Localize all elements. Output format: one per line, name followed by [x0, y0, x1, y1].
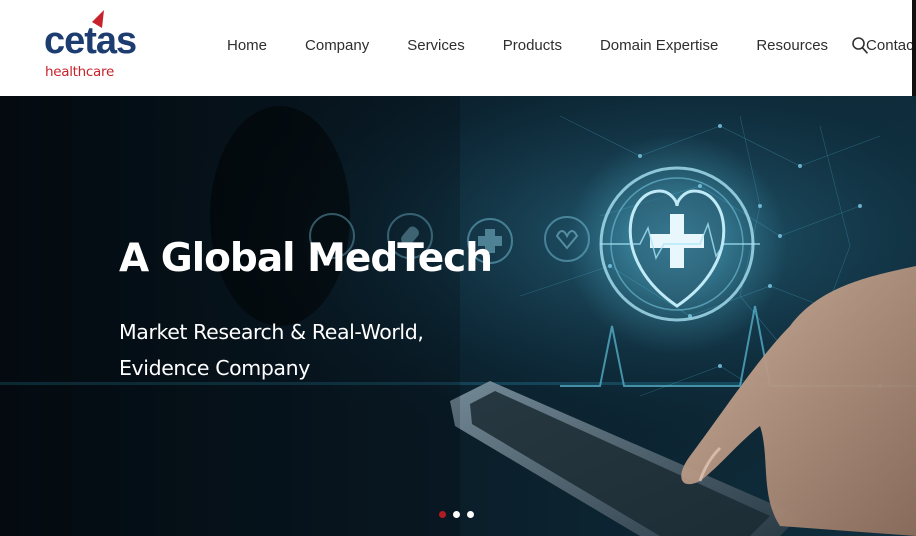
nav-home[interactable]: Home: [227, 34, 267, 58]
slider-pagination: [439, 511, 474, 518]
slider-dot-3[interactable]: [467, 511, 474, 518]
nav-products[interactable]: Products: [503, 34, 562, 58]
hero-banner: A Global MedTech Market Research & Real-…: [0, 96, 916, 536]
search-icon[interactable]: [851, 36, 869, 56]
hero-title: A Global MedTech: [119, 236, 493, 281]
site-header: cetas healthcare Home Company Services P…: [0, 0, 916, 96]
logo-sub-text: healthcare: [45, 64, 114, 80]
cetas-healthcare-logo[interactable]: cetas healthcare: [44, 10, 137, 86]
main-nav: Home Company Services Products Domain Ex…: [227, 34, 916, 58]
nav-domain-expertise[interactable]: Domain Expertise: [600, 34, 718, 58]
slider-dot-2[interactable]: [453, 511, 460, 518]
nav-resources[interactable]: Resources: [756, 34, 828, 58]
slider-dot-1[interactable]: [439, 511, 446, 518]
hero-subtitle: Market Research & Real-World, Evidence C…: [119, 320, 424, 380]
nav-company[interactable]: Company: [305, 34, 369, 58]
window-edge: [912, 0, 916, 96]
nav-services[interactable]: Services: [407, 34, 465, 58]
logo-triangle-icon: [92, 10, 104, 28]
nav-contact-us[interactable]: Contact us: [866, 34, 916, 58]
